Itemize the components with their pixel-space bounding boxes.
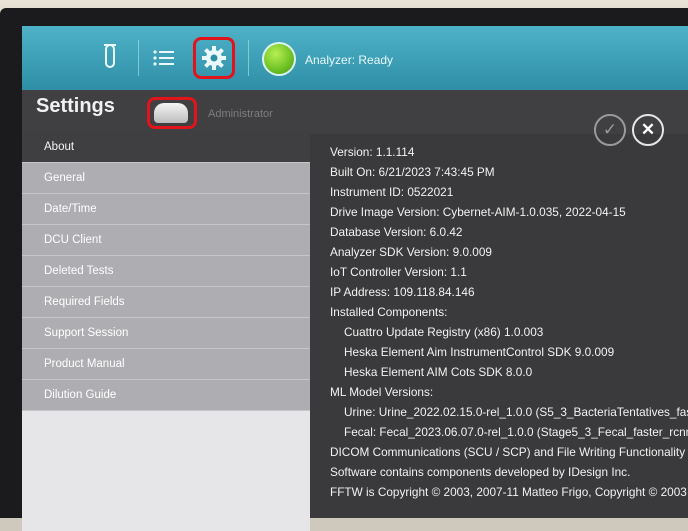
analyzer-status: Analyzer: Ready — [305, 53, 394, 67]
settings-header — [22, 90, 688, 134]
ml-model-item: Fecal: Fecal_2023.06.07.0-rel_1.0.0 (Sta… — [344, 425, 688, 439]
settings-sidebar: About General Date/Time DCU Client Delet… — [22, 132, 310, 531]
gear-icon — [202, 46, 226, 70]
ml-model-item: Urine: Urine_2022.02.15.0-rel_1.0.0 (S5_… — [344, 405, 688, 419]
ip-address-text: IP Address: 109.118.84.146 — [330, 285, 475, 299]
fftw-credit-text: FFTW is Copyright © 2003, 2007-11 Matteo… — [330, 485, 687, 499]
test-tube-icon — [104, 44, 116, 68]
page-title: Settings — [36, 95, 115, 117]
sidebar-item-required-fields[interactable]: Required Fields — [22, 287, 310, 318]
drive-image-text: Drive Image Version: Cybernet-AIM-1.0.03… — [330, 205, 626, 219]
sidebar-item-general[interactable]: General — [22, 163, 310, 194]
user-avatar-icon — [154, 103, 188, 123]
software-credit-text: Software contains components developed b… — [330, 465, 631, 479]
iot-controller-text: IoT Controller Version: 1.1 — [330, 265, 467, 279]
sidebar-empty-area — [22, 411, 310, 531]
sidebar-item-date-time[interactable]: Date/Time — [22, 194, 310, 225]
toolbar-divider — [138, 40, 139, 76]
check-icon: ✓ — [602, 120, 618, 139]
sidebar-item-product-manual[interactable]: Product Manual — [22, 349, 310, 380]
version-text: Version: 1.1.114 — [330, 145, 415, 159]
component-item: Heska Element Aim InstrumentControl SDK … — [344, 345, 615, 359]
top-toolbar: Analyzer: Ready — [22, 26, 688, 91]
built-on-text: Built On: 6/21/2023 7:43:45 PM — [330, 165, 495, 179]
sidebar-item-dilution-guide[interactable]: Dilution Guide — [22, 380, 310, 411]
status-light-icon — [262, 42, 296, 76]
sidebar-item-about[interactable]: About — [22, 132, 310, 163]
user-role-label: Administrator — [208, 108, 273, 120]
component-item: Cuattro Update Registry (x86) 1.0.003 — [344, 325, 544, 339]
analyzer-sdk-text: Analyzer SDK Version: 9.0.009 — [330, 245, 492, 259]
list-button[interactable] — [146, 40, 182, 76]
toolbar-divider — [248, 40, 249, 76]
ml-models-header: ML Model Versions: — [330, 385, 434, 399]
close-icon: ✕ — [640, 120, 656, 139]
list-icon — [153, 50, 174, 66]
dicom-text: DICOM Communications (SCU / SCP) and Fil… — [330, 445, 686, 459]
settings-button[interactable] — [193, 37, 235, 79]
test-tube-button[interactable] — [92, 40, 128, 76]
about-panel: Version: 1.1.114 Built On: 6/21/2023 7:4… — [330, 142, 688, 518]
component-item: Heska Element AIM Cots SDK 8.0.0 — [344, 365, 533, 379]
sidebar-item-deleted-tests[interactable]: Deleted Tests — [22, 256, 310, 287]
instrument-id-text: Instrument ID: 0522021 — [330, 185, 454, 199]
installed-components-header: Installed Components: — [330, 305, 448, 319]
sidebar-item-support-session[interactable]: Support Session — [22, 318, 310, 349]
sidebar-item-dcu-client[interactable]: DCU Client — [22, 225, 310, 256]
user-button[interactable] — [147, 97, 197, 129]
database-version-text: Database Version: 6.0.42 — [330, 225, 463, 239]
